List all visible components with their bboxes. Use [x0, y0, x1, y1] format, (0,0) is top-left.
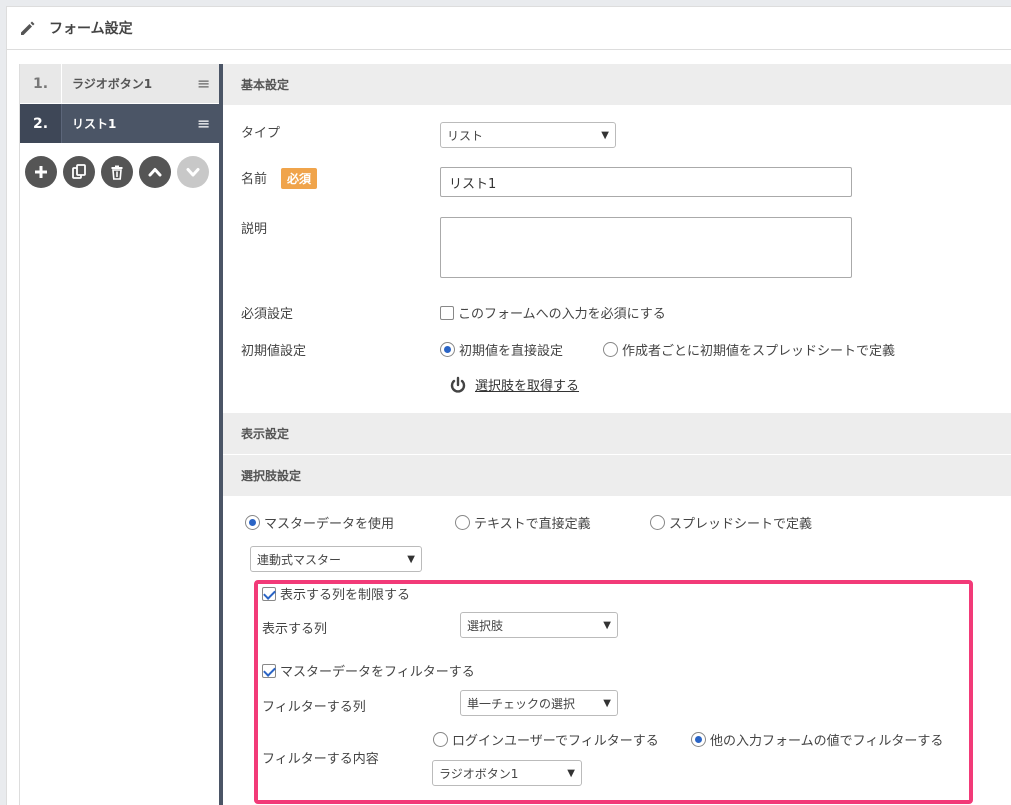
- initial-value-label: 初期値設定: [241, 344, 307, 359]
- copy-icon: [72, 164, 86, 179]
- add-button[interactable]: [25, 156, 57, 188]
- name-input-value: リスト1: [449, 176, 497, 192]
- pencil-icon: [21, 21, 35, 35]
- sidebar-item-radio[interactable]: 1. ラジオボタン1 ≡: [20, 64, 219, 104]
- checkbox[interactable]: [440, 305, 454, 320]
- field-list-sidebar: 1. ラジオボタン1 ≡ 2. リスト1 ≡: [19, 64, 219, 805]
- section-choices-header[interactable]: 選択肢設定: [223, 455, 1011, 497]
- item-number: 1.: [20, 64, 62, 103]
- description-textarea[interactable]: [440, 217, 852, 278]
- move-down-button[interactable]: [177, 156, 209, 188]
- required-checkbox[interactable]: このフォームへの入力を必須にする: [440, 303, 666, 322]
- fetch-choices-link[interactable]: 選択肢を取得する: [475, 375, 579, 394]
- item-label: リスト1: [72, 117, 117, 131]
- choices-sheet-label: スプレッドシートで定義: [669, 517, 813, 532]
- radio[interactable]: [603, 342, 618, 357]
- item-label: ラジオボタン1: [72, 77, 153, 91]
- power-icon: [450, 376, 466, 393]
- sidebar-item-list[interactable]: 2. リスト1 ≡: [20, 104, 219, 144]
- radio[interactable]: [455, 515, 470, 530]
- form-settings-frame: フォーム設定 1. ラジオボタン1 ≡ 2. リスト1 ≡ 基本設定 タイプ リ…: [6, 6, 1011, 805]
- radio[interactable]: [650, 515, 665, 530]
- type-label: タイプ: [241, 126, 281, 141]
- type-select[interactable]: リスト ▼: [440, 122, 616, 148]
- choices-master-label: マスターデータを使用: [264, 517, 395, 532]
- type-select-value: リスト: [447, 128, 484, 143]
- page-title: フォーム設定: [49, 21, 133, 37]
- master-select[interactable]: 連動式マスター ▼: [250, 546, 422, 572]
- chevron-down-icon: ▼: [601, 129, 609, 141]
- required-checkbox-label: このフォームへの入力を必須にする: [458, 307, 666, 322]
- initial-sheet-label: 作成者ごとに初期値をスプレッドシートで定義: [622, 344, 896, 359]
- delete-button[interactable]: [101, 156, 133, 188]
- description-label: 説明: [241, 222, 268, 237]
- choices-text-label: テキストで直接定義: [474, 517, 591, 532]
- section-display-header[interactable]: 表示設定: [223, 413, 1011, 455]
- name-input[interactable]: リスト1: [440, 167, 852, 197]
- fetch-choices-row: 選択肢を取得する: [449, 375, 579, 394]
- initial-direct-label: 初期値を直接設定: [459, 344, 564, 359]
- page-header: フォーム設定: [7, 7, 1011, 50]
- initial-direct-radio[interactable]: 初期値を直接設定: [440, 340, 563, 359]
- section-basic-header[interactable]: 基本設定: [223, 64, 1011, 106]
- move-up-button[interactable]: [139, 156, 171, 188]
- trash-icon: [111, 165, 123, 180]
- choices-sheet-radio[interactable]: スプレッドシートで定義: [650, 513, 812, 532]
- name-label: 名前 必須: [241, 168, 318, 189]
- highlight-box: [254, 580, 973, 804]
- radio[interactable]: [440, 342, 455, 357]
- choices-text-radio[interactable]: テキストで直接定義: [455, 513, 591, 532]
- item-toolbar: [20, 144, 219, 188]
- initial-sheet-radio[interactable]: 作成者ごとに初期値をスプレッドシートで定義: [603, 340, 895, 359]
- item-number: 2.: [20, 104, 62, 143]
- add-icon: [35, 166, 47, 178]
- move-down-icon: [186, 168, 200, 177]
- move-up-icon: [148, 168, 162, 177]
- drag-handle-icon[interactable]: ≡: [197, 114, 219, 133]
- chevron-down-icon: ▼: [407, 553, 415, 565]
- radio[interactable]: [245, 515, 260, 530]
- settings-panel: 基本設定 タイプ リスト ▼ 名前 必須 リスト1 説明 必須設定 このフォームへの…: [223, 64, 1011, 805]
- drag-handle-icon[interactable]: ≡: [197, 74, 219, 93]
- copy-button[interactable]: [63, 156, 95, 188]
- master-select-value: 連動式マスター: [257, 552, 342, 567]
- required-setting-label: 必須設定: [241, 307, 294, 322]
- choices-master-radio[interactable]: マスターデータを使用: [245, 513, 394, 532]
- required-badge: 必須: [281, 168, 318, 189]
